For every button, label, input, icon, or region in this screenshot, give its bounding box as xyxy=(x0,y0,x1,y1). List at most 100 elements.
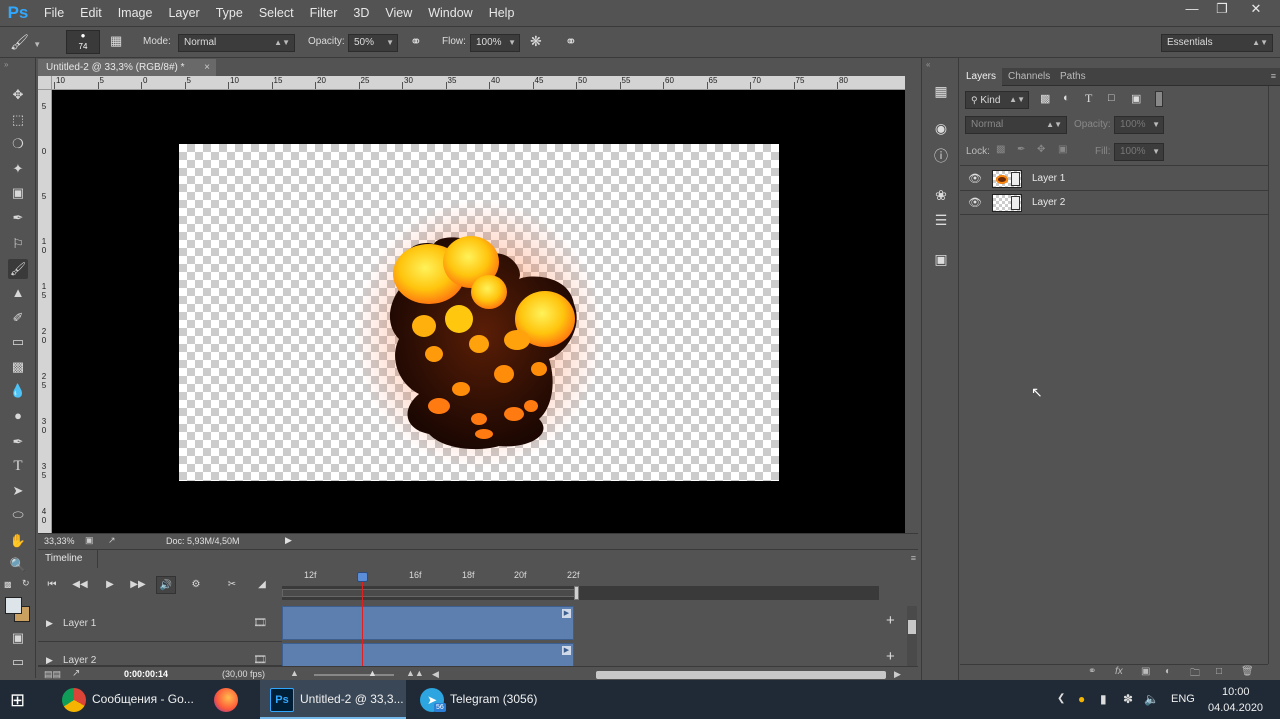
tab-paths[interactable]: Paths xyxy=(1054,68,1092,86)
taskbar-firefox[interactable] xyxy=(202,680,254,719)
shape-filter-icon[interactable]: □ xyxy=(1108,92,1115,104)
menu-file[interactable]: File xyxy=(36,0,72,26)
language-indicator[interactable]: ENG xyxy=(1171,693,1195,705)
pasteboard[interactable] xyxy=(52,90,905,533)
default-colors-icon[interactable]: ▩ xyxy=(4,580,14,590)
info-panel-icon[interactable]: ⓘ xyxy=(931,146,951,166)
horizontal-ruler[interactable]: 10 5 0 5 10 15 20 25 30 35 40 45 50 55 60 65 70 75 80 xyxy=(52,76,905,90)
vertical-ruler[interactable]: 5 0 5 10 15 20 25 30 35 40 xyxy=(38,90,52,533)
lock-transparent-icon[interactable]: ▩ xyxy=(996,144,1005,155)
lock-all-icon[interactable]: ▣ xyxy=(1058,144,1067,155)
collapse-icon[interactable]: « xyxy=(926,60,930,69)
layer-2-clip[interactable]: ▶ xyxy=(282,643,574,666)
crop-tool-icon[interactable]: ▣ xyxy=(8,183,28,203)
eraser-tool-icon[interactable]: ▭ xyxy=(8,332,28,352)
pixel-filter-icon[interactable]: ▩ xyxy=(1040,92,1050,105)
workspace-select[interactable]: Essentials ▲▼ xyxy=(1161,34,1273,52)
timeline-zoom-slider[interactable] xyxy=(314,674,394,676)
pen-tool-icon[interactable]: ✒ xyxy=(8,432,28,452)
status-options-icon[interactable]: ▣ xyxy=(85,535,94,546)
timeline-menu-icon[interactable]: ≡ xyxy=(911,553,916,563)
layer-1-clip[interactable]: ▶ xyxy=(282,606,574,640)
add-media-icon[interactable]: + xyxy=(886,648,895,665)
work-area-bar[interactable] xyxy=(282,586,879,600)
fill-input[interactable]: 100% ▼ xyxy=(1114,143,1164,161)
layer-style-fx-icon[interactable]: fx xyxy=(1115,666,1123,677)
ruler-origin[interactable] xyxy=(38,76,52,90)
minimize-icon[interactable]: — xyxy=(1176,0,1208,20)
screen-mode-icon[interactable]: ▭ xyxy=(8,652,28,672)
lock-position-icon[interactable]: ✥ xyxy=(1037,144,1045,155)
layer-opacity-input[interactable]: 100% ▼ xyxy=(1114,116,1164,134)
tray-app-icon[interactable]: ● xyxy=(1078,692,1085,706)
quick-select-tool-icon[interactable]: ✦ xyxy=(8,159,28,179)
brush-panel-icon[interactable]: ▦ xyxy=(110,33,128,51)
menu-edit[interactable]: Edit xyxy=(72,0,110,26)
foreground-color-swatch[interactable] xyxy=(5,597,22,614)
type-filter-icon[interactable]: T xyxy=(1085,91,1092,106)
transition-icon[interactable]: ◢ xyxy=(252,576,272,594)
ellipse-tool-icon[interactable]: ⬭ xyxy=(8,505,28,525)
volume-icon[interactable]: 🔈 xyxy=(1144,692,1159,706)
menu-help[interactable]: Help xyxy=(481,0,523,26)
link-layers-icon[interactable]: ⚭ xyxy=(1088,666,1096,677)
smart-object-filter-icon[interactable]: ▣ xyxy=(1131,92,1141,105)
marquee-tool-icon[interactable]: ⬚ xyxy=(8,110,28,130)
add-media-icon[interactable]: + xyxy=(886,612,895,629)
new-layer-icon[interactable]: □ xyxy=(1216,666,1222,677)
collapse-icon[interactable]: » xyxy=(4,60,8,69)
history-brush-tool-icon[interactable]: ✐ xyxy=(8,308,28,328)
airbrush-icon[interactable]: ❋ xyxy=(530,33,548,51)
work-area-end-handle[interactable] xyxy=(574,586,579,600)
status-menu-arrow-icon[interactable]: ▶ xyxy=(285,535,292,546)
previous-frame-icon[interactable]: ◀◀ xyxy=(70,576,90,594)
opacity-input[interactable]: 50% ▼ xyxy=(348,34,398,52)
convert-frames-icon[interactable]: ▤▤ xyxy=(44,669,61,680)
taskbar-chrome[interactable]: Сообщения - Go... xyxy=(50,680,200,719)
menu-3d[interactable]: 3D xyxy=(345,0,377,26)
taskbar-photoshop[interactable]: Ps Untitled-2 @ 33,3... xyxy=(260,680,406,719)
healing-brush-tool-icon[interactable]: ⚐ xyxy=(8,234,28,254)
taskbar-telegram[interactable]: ➤ Telegram (3056) 56 xyxy=(408,680,558,719)
layer-row-layer-1[interactable]: 👁 Layer 1 xyxy=(960,167,1268,191)
wifi-icon[interactable]: ✽ xyxy=(1123,692,1133,706)
scroll-left-icon[interactable]: ◀ xyxy=(432,669,439,680)
clock-date[interactable]: 04.04.2020 xyxy=(1208,702,1263,714)
filter-kind-select[interactable]: ⚲ Kind ▲▼ xyxy=(965,91,1029,109)
blur-tool-icon[interactable]: 💧 xyxy=(8,381,28,401)
play-icon[interactable]: ▶ xyxy=(100,576,120,594)
brush-tool-preset-icon[interactable]: 🖌 ▼ xyxy=(10,33,50,53)
brush-presets-panel-icon[interactable]: ❀ xyxy=(931,185,951,205)
visibility-eye-icon[interactable]: 👁 xyxy=(968,172,982,186)
audio-icon[interactable]: 🔊 xyxy=(156,576,176,594)
render-video-icon[interactable]: ↗ xyxy=(72,668,80,679)
panel-menu-icon[interactable]: ≡ xyxy=(1271,71,1276,81)
zoom-slider-thumb[interactable]: ▲ xyxy=(368,668,377,678)
lasso-tool-icon[interactable]: ❍ xyxy=(8,134,28,154)
lock-image-icon[interactable]: ✒ xyxy=(1017,144,1025,155)
new-adjustment-icon[interactable]: ◐ xyxy=(1165,666,1171,677)
brush-tool-icon[interactable]: 🖌 xyxy=(8,259,28,279)
blend-mode-select[interactable]: Normal ▲▼ xyxy=(965,116,1067,134)
zoom-out-icon[interactable]: ▲ xyxy=(290,668,299,678)
menu-filter[interactable]: Filter xyxy=(302,0,346,26)
first-frame-icon[interactable]: ⏮ xyxy=(42,576,62,594)
windows-start-icon[interactable]: ⊞ xyxy=(10,689,32,711)
adjustment-filter-icon[interactable]: ◐ xyxy=(1063,92,1070,104)
timeline-vertical-scrollbar[interactable] xyxy=(907,606,917,666)
flow-input[interactable]: 100% ▼ xyxy=(470,34,520,52)
pressure-opacity-icon[interactable]: ⚭ xyxy=(410,33,428,51)
settings-gear-icon[interactable]: ⚙ xyxy=(186,576,206,594)
share-icon[interactable]: ↗ xyxy=(108,535,116,546)
type-tool-icon[interactable]: T xyxy=(8,456,28,476)
next-frame-icon[interactable]: ▶▶ xyxy=(128,576,148,594)
menu-window[interactable]: Window xyxy=(420,0,480,26)
delete-layer-icon[interactable]: 🗑 xyxy=(1241,666,1254,677)
zoom-level[interactable]: 33,33% xyxy=(44,536,75,546)
timeline-horizontal-scrollbar[interactable] xyxy=(596,671,886,679)
menu-select[interactable]: Select xyxy=(251,0,302,26)
swap-colors-icon[interactable]: ↻ xyxy=(22,578,30,589)
pressure-size-icon[interactable]: ⚭ xyxy=(565,33,583,51)
visibility-eye-icon[interactable]: 👁 xyxy=(968,196,982,210)
menu-view[interactable]: View xyxy=(377,0,420,26)
